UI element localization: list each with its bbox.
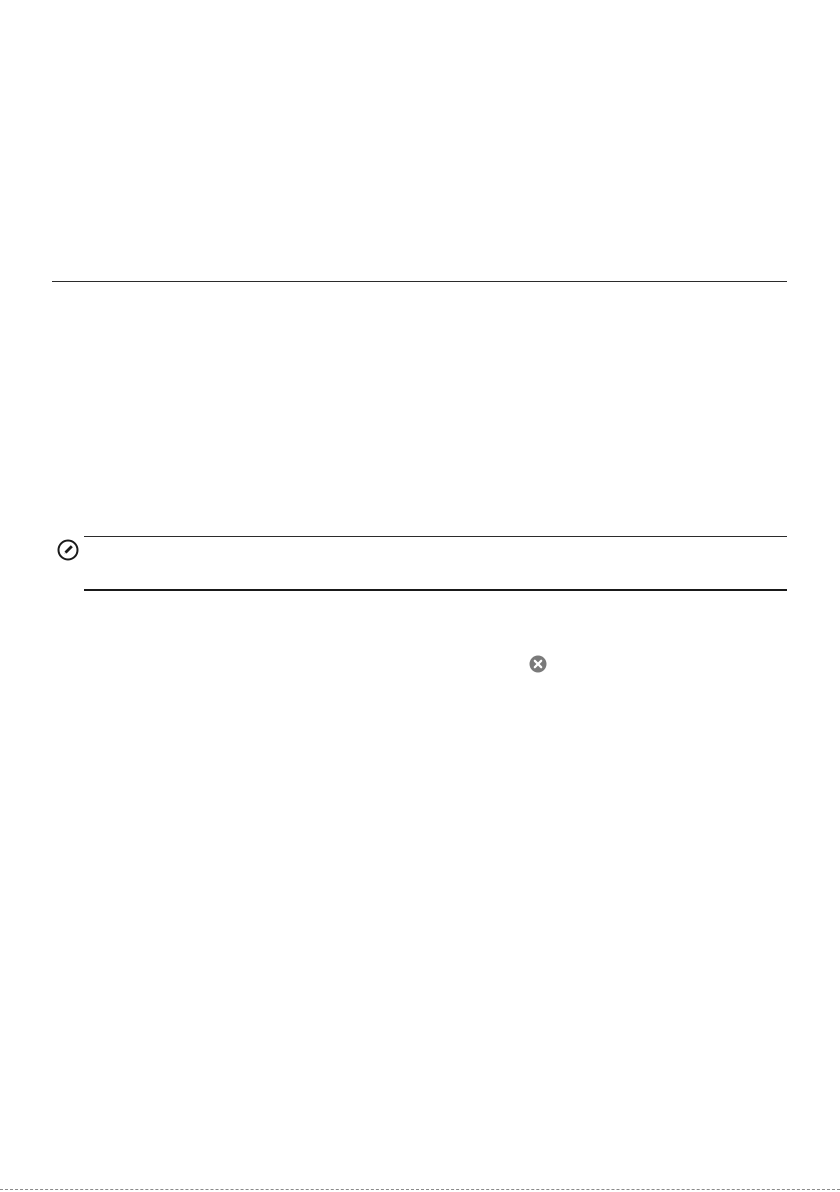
document-page — [0, 0, 840, 1192]
pencil-note-icon — [57, 539, 79, 561]
note-bottom-rule — [84, 589, 787, 591]
page-bottom-edge — [0, 1189, 840, 1190]
close-circle-icon — [529, 655, 547, 673]
note-block — [52, 534, 787, 594]
section-divider — [52, 281, 787, 282]
note-top-rule — [84, 536, 787, 537]
